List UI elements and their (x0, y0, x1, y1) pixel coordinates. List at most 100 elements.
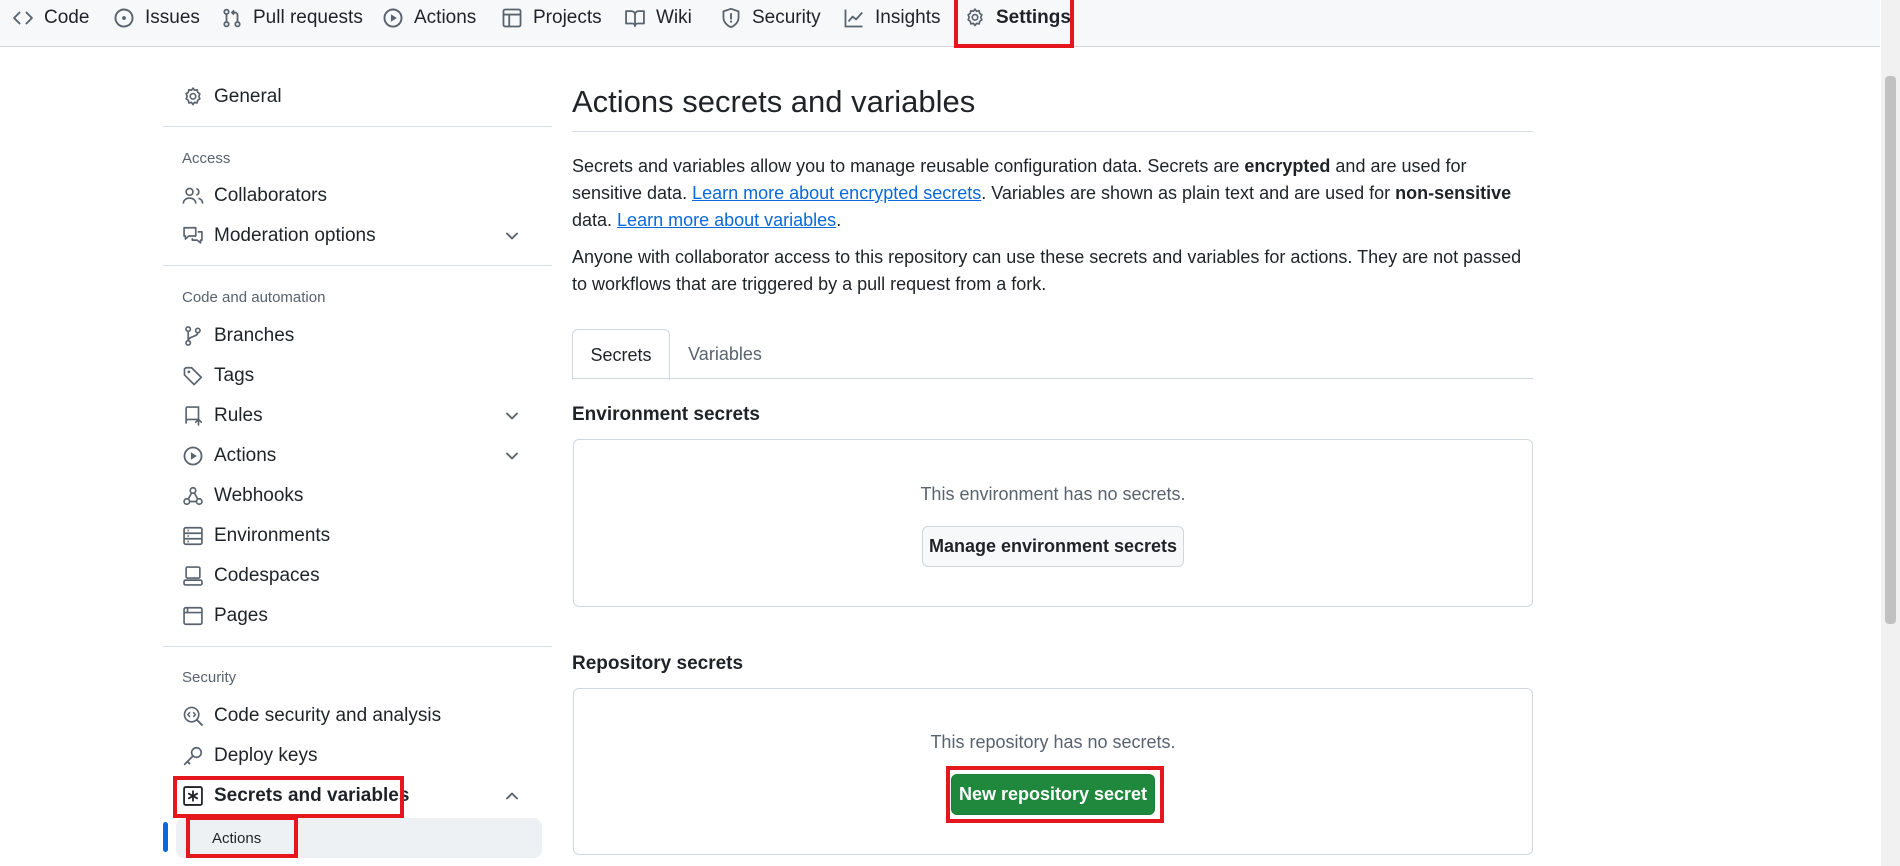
table-icon (501, 7, 523, 29)
sidebar-heading-security: Security (182, 669, 237, 686)
sidebar-heading-access: Access (182, 150, 231, 167)
environment-empty-message: This environment has no secrets. (920, 484, 1186, 504)
desc-text: Secrets and variables allow you to manag… (572, 156, 1245, 176)
sidebar-item-label: Secrets and variables (214, 785, 410, 806)
tab-wiki[interactable]: Wiki (624, 0, 692, 36)
sidebar-item-code-security[interactable]: Code security and analysis (182, 699, 542, 733)
tab-projects[interactable]: Projects (501, 0, 602, 36)
tab-label: Code (44, 7, 90, 28)
tab-settings[interactable]: Settings (964, 0, 1071, 36)
tab-insights[interactable]: Insights (843, 0, 940, 36)
tab-divider (572, 378, 1533, 379)
sidebar-item-label: Moderation options (214, 225, 376, 246)
sidebar-item-actions[interactable]: Actions (182, 439, 542, 473)
book-icon (624, 7, 646, 29)
sidebar-item-moderation-options[interactable]: Moderation options (182, 219, 542, 253)
sidebar-subitem-actions[interactable]: Actions (176, 818, 542, 858)
issue-opened-icon (113, 7, 135, 29)
sidebar-item-label: General (214, 86, 282, 107)
tab-issues[interactable]: Issues (113, 0, 200, 36)
description-secrets: Secrets and variables allow you to manag… (572, 153, 1537, 234)
tab-label: Wiki (656, 7, 692, 28)
sidebar-divider (163, 646, 552, 647)
sidebar-item-general[interactable]: General (182, 80, 542, 114)
chevron-down-icon[interactable] (502, 446, 522, 466)
sidebar-item-label: Tags (214, 365, 255, 386)
link-learn-encrypted-secrets[interactable]: Learn more about encrypted secrets (692, 183, 981, 203)
sidebar-item-deploy-keys[interactable]: Deploy keys (182, 739, 542, 773)
sidebar-divider (163, 126, 552, 127)
tab-code[interactable]: Code (12, 0, 89, 36)
sidebar-item-label: Code security and analysis (214, 705, 442, 726)
link-learn-variables[interactable]: Learn more about variables (617, 210, 836, 230)
repo-push-icon (182, 405, 204, 427)
sidebar-item-secrets-and-variables[interactable]: Secrets and variables (182, 779, 542, 813)
key-icon (182, 745, 204, 767)
tab-security[interactable]: Security (720, 0, 821, 36)
scrollbar-thumb[interactable] (1885, 76, 1896, 624)
codescan-icon (182, 705, 204, 727)
environment-secrets-heading: Environment secrets (572, 404, 760, 425)
desc-emphasis-non-sensitive: non-sensitive (1395, 183, 1512, 203)
sidebar-item-label: Pages (214, 605, 268, 626)
tab-variables[interactable]: Variables (672, 329, 778, 379)
sidebar-item-branches[interactable]: Branches (182, 319, 542, 353)
desc-text: . Variables are shown as plain text and … (981, 183, 1396, 203)
tab-actions[interactable]: Actions (382, 0, 476, 36)
sidebar-item-label: Rules (214, 405, 263, 426)
sidebar-item-label: Codespaces (214, 565, 320, 586)
tab-label: Settings (996, 7, 1071, 28)
sidebar-item-collaborators[interactable]: Collaborators (182, 179, 542, 213)
chevron-down-icon[interactable] (502, 226, 522, 246)
codespaces-icon (182, 565, 204, 587)
sidebar-divider (163, 265, 552, 266)
graph-icon (843, 7, 865, 29)
tab-label: Insights (875, 7, 941, 28)
people-icon (182, 185, 204, 207)
shield-icon (720, 7, 742, 29)
git-branch-icon (182, 325, 204, 347)
description-collaborator-access: Anyone with collaborator access to this … (572, 247, 1522, 294)
tab-label: Issues (145, 7, 200, 28)
environment-secrets-box: This environment has no secrets. Manage … (573, 439, 1533, 607)
play-icon (382, 7, 404, 29)
desc-text: . (836, 210, 842, 230)
comment-discussion-icon (182, 225, 204, 247)
desc-emphasis-encrypted: encrypted (1244, 156, 1331, 176)
repository-secrets-box: This repository has no secrets. New repo… (573, 688, 1533, 855)
code-icon (12, 7, 34, 29)
tab-label: Security (752, 7, 821, 28)
sidebar-item-pages[interactable]: Pages (182, 599, 542, 633)
sidebar-item-environments[interactable]: Environments (182, 519, 542, 553)
repository-empty-message: This repository has no secrets. (930, 732, 1176, 752)
webhook-icon (182, 485, 204, 507)
sidebar-heading-code-automation: Code and automation (182, 289, 326, 306)
key-asterisk-icon (182, 785, 204, 807)
desc-text: data. (572, 210, 618, 230)
sidebar-item-tags[interactable]: Tags (182, 359, 542, 393)
tab-pull-requests[interactable]: Pull requests (221, 0, 363, 36)
tab-label: Projects (533, 7, 602, 28)
sidebar-item-rules[interactable]: Rules (182, 399, 542, 433)
manage-environment-secrets-button[interactable]: Manage environment secrets (922, 526, 1184, 567)
tab-secrets[interactable]: Secrets (572, 329, 670, 380)
git-pull-request-icon (221, 7, 243, 29)
page-title: Actions secrets and variables (572, 84, 976, 119)
sidebar-item-label: Collaborators (214, 185, 327, 206)
sidebar-item-label: Environments (214, 525, 331, 546)
chevron-up-icon[interactable] (502, 786, 522, 806)
gear-icon (964, 7, 986, 29)
repo-nav: Code Issues Pull requests Actions Projec… (0, 0, 1880, 47)
new-repository-secret-button[interactable]: New repository secret (951, 774, 1155, 815)
play-icon (182, 445, 204, 467)
chevron-down-icon[interactable] (502, 406, 522, 426)
sidebar-item-label: Actions (214, 445, 277, 466)
server-icon (182, 525, 204, 547)
sidebar-item-webhooks[interactable]: Webhooks (182, 479, 542, 513)
sidebar-item-codespaces[interactable]: Codespaces (182, 559, 542, 593)
sidebar-item-label: Webhooks (214, 485, 304, 506)
sidebar-item-label: Deploy keys (214, 745, 318, 766)
sidebar-item-label: Branches (214, 325, 295, 346)
tag-icon (182, 365, 204, 387)
tab-label: Pull requests (253, 7, 363, 28)
